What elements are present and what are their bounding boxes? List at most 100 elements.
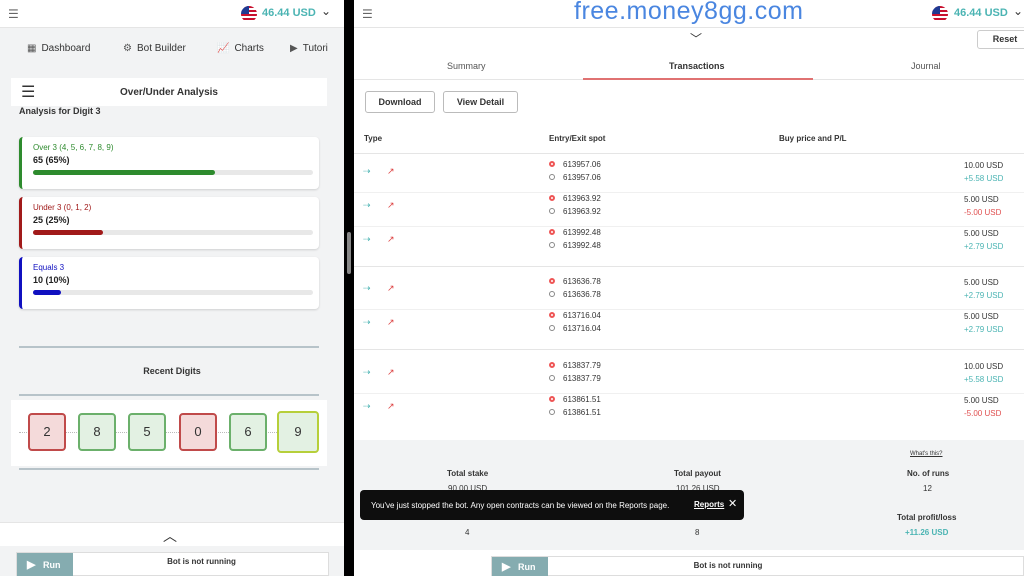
main-nav: ▦ Dashboard ⚙ Bot Builder 📈 Charts ▶ Tutori [0, 28, 344, 70]
nav-dashboard[interactable]: ▦ Dashboard [27, 43, 90, 54]
entry-spot: 613963.92 [549, 194, 601, 203]
transaction-row[interactable]: ⇢ ↗ 613861.51 613861.51 5.00 USD -5.00 USD [354, 395, 1024, 429]
run-button[interactable]: ▶ Run [492, 557, 548, 576]
reset-button[interactable]: Reset [977, 30, 1024, 49]
over-card: Over 3 (4, 5, 6, 7, 8, 9) 65 (65%) [19, 137, 319, 189]
contracts-lost-value: 4 [465, 528, 470, 537]
transaction-row[interactable]: ⇢ ↗ 613716.04 613716.04 5.00 USD +2.79 USD [354, 311, 1024, 345]
profit-loss: +2.79 USD [964, 291, 1004, 300]
nav-bot-builder[interactable]: ⚙ Bot Builder [123, 43, 186, 54]
view-detail-button[interactable]: View Detail [443, 91, 518, 113]
col-type: Type [364, 134, 383, 143]
over-value: 65 (65%) [33, 155, 70, 165]
profit-loss: +2.79 USD [964, 325, 1004, 334]
equals-value: 10 (10%) [33, 275, 70, 285]
transaction-row[interactable]: ⇢ ↗ 613837.79 613837.79 10.00 USD +5.58 USD [354, 361, 1024, 395]
digit-box: 2 [28, 413, 66, 451]
notification-toast: You've just stopped the bot. Any open co… [360, 490, 744, 520]
under-label: Under 3 (0, 1, 2) [33, 203, 92, 212]
run-button[interactable]: ▶ Run [17, 553, 73, 576]
us-flag-icon [241, 6, 257, 22]
equals-card: Equals 3 10 (10%) [19, 257, 319, 309]
chevron-down-icon[interactable]: ⌄ [321, 4, 331, 18]
entry-spot: 613992.48 [549, 228, 601, 237]
account-balance[interactable]: 46.44 USD [954, 7, 1008, 19]
digit-box: 9 [277, 411, 319, 453]
menu-icon[interactable]: ☰ [8, 7, 19, 21]
nav-charts[interactable]: 📈 Charts [217, 43, 264, 54]
trend-arrow-icon: ↗ [387, 317, 395, 327]
contract-type-icon: ⇢ [363, 317, 371, 327]
chevron-down-icon[interactable]: ⌄ [1013, 4, 1023, 18]
exit-spot: 613992.48 [549, 241, 601, 250]
header-divider [354, 153, 1024, 154]
tab-journal[interactable]: Journal [911, 61, 941, 71]
entry-spot: 613716.04 [549, 311, 601, 320]
entry-dot-icon [549, 195, 555, 201]
buy-price: 10.00 USD [964, 362, 1004, 371]
contracts-won-value: 8 [695, 528, 700, 537]
download-button[interactable]: Download [365, 91, 435, 113]
analysis-header: ☰ Over/Under Analysis [11, 78, 327, 106]
profit-loss: +2.79 USD [964, 242, 1004, 251]
transaction-row[interactable]: ⇢ ↗ 613957.06 613957.06 10.00 USD +5.58 USD [354, 160, 1024, 194]
entry-spot: 613636.78 [549, 277, 601, 286]
runs-label: No. of runs [907, 469, 950, 478]
digit-box: 6 [229, 413, 267, 451]
exit-spot: 613957.06 [549, 173, 601, 182]
equals-progress-fill [33, 290, 61, 295]
us-flag-icon [932, 6, 948, 22]
analysis-subtitle: Analysis for Digit 3 [19, 106, 101, 116]
account-balance[interactable]: 46.44 USD [262, 7, 316, 19]
trend-arrow-icon: ↗ [387, 166, 395, 176]
divider [19, 394, 319, 396]
group-divider [354, 349, 1024, 350]
trend-arrow-icon: ↗ [387, 234, 395, 244]
trend-arrow-icon: ↗ [387, 283, 395, 293]
tab-transactions[interactable]: Transactions [669, 61, 725, 71]
chevron-up-icon[interactable]: ︿ [163, 526, 177, 546]
profit-loss: -5.00 USD [964, 208, 1002, 217]
contract-type-icon: ⇢ [363, 166, 371, 176]
exit-dot-icon [549, 409, 555, 415]
exit-spot: 613636.78 [549, 290, 601, 299]
digit-box: 0 [179, 413, 217, 451]
entry-dot-icon [549, 278, 555, 284]
bot-panel: ☰ 46.44 USD ⌄ ▦ Dashboard ⚙ Bot Builder 📈 C… [0, 0, 344, 576]
exit-dot-icon [549, 208, 555, 214]
over-progress [33, 170, 313, 175]
run-panel: ▶ Run Bot is not running [491, 556, 1024, 576]
reports-link[interactable]: Reports [694, 500, 724, 509]
buy-price: 5.00 USD [964, 312, 999, 321]
buy-price: 5.00 USD [964, 396, 999, 405]
exit-dot-icon [549, 291, 555, 297]
under-progress [33, 230, 313, 235]
nav-tutorials[interactable]: ▶ Tutori [290, 43, 328, 54]
close-icon[interactable]: ✕ [728, 497, 737, 510]
transaction-row[interactable]: ⇢ ↗ 613636.78 613636.78 5.00 USD +2.79 USD [354, 277, 1024, 311]
exit-spot: 613861.51 [549, 408, 601, 417]
divider [19, 346, 319, 348]
menu-icon[interactable]: ☰ [362, 7, 373, 21]
transaction-row[interactable]: ⇢ ↗ 613992.48 613992.48 5.00 USD +2.79 USD [354, 228, 1024, 262]
entry-dot-icon [549, 362, 555, 368]
recent-digits-title: Recent Digits [143, 366, 201, 376]
chart-icon: 📈 [217, 43, 230, 54]
dashboard-icon: ▦ [27, 43, 37, 54]
tab-summary[interactable]: Summary [447, 61, 486, 71]
profit-label: Total profit/loss [897, 513, 957, 522]
watermark: free.money8gg.com [574, 0, 804, 25]
contract-type-icon: ⇢ [363, 401, 371, 411]
row-divider [354, 226, 1024, 227]
resize-handle[interactable] [347, 232, 351, 274]
buy-price: 5.00 USD [964, 278, 999, 287]
whats-this-link[interactable]: What's this? [910, 451, 943, 457]
transaction-row[interactable]: ⇢ ↗ 613963.92 613963.92 5.00 USD -5.00 USD [354, 194, 1024, 228]
entry-dot-icon [549, 229, 555, 235]
col-price-pl: Buy price and P/L [779, 134, 847, 143]
row-divider [354, 309, 1024, 310]
profit-loss: -5.00 USD [964, 409, 1002, 418]
chevron-down-icon[interactable]: ﹀ [690, 30, 702, 47]
run-panel: ▶ Run Bot is not running [16, 552, 329, 576]
recent-digits: 2 8 5 0 6 9 [11, 400, 327, 466]
